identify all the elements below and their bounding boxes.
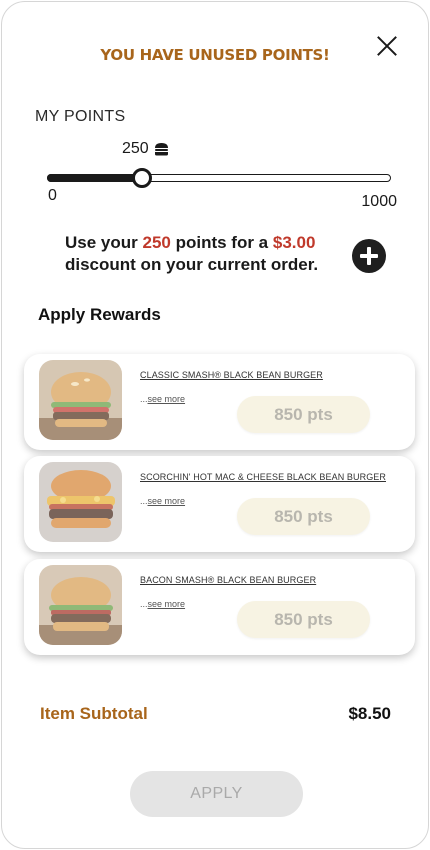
redeem-points-button[interactable]: 850 pts [237,396,370,433]
see-more-text[interactable]: see more [148,394,186,404]
burger-icon [154,143,168,156]
discount-middle: points for a [170,233,273,252]
my-points-label: MY POINTS [35,108,126,125]
reward-name[interactable]: SCORCHIN' HOT MAC & CHEESE BLACK BEAN BU… [140,472,386,482]
reward-name[interactable]: CLASSIC SMASH® BLACK BEAN BURGER [140,370,323,380]
apply-rewards-heading: Apply Rewards [38,305,161,324]
slider-min-label: 0 [48,187,57,204]
see-more-link[interactable]: ...see more [140,394,185,404]
reward-name[interactable]: BACON SMASH® BLACK BEAN BURGER [140,575,316,585]
see-more-link[interactable]: ...see more [140,496,185,506]
slider-thumb[interactable] [132,168,152,188]
discount-message: Use your 250 points for a $3.00 discount… [65,232,355,276]
burger-image [39,565,122,645]
reward-card[interactable]: CLASSIC SMASH® BLACK BEAN BURGER ...see … [24,354,415,450]
points-slider[interactable] [47,167,391,189]
see-more-prefix: ... [140,496,148,506]
apply-button[interactable]: APPLY [130,771,303,817]
discount-points: 250 [142,233,171,252]
see-more-text[interactable]: see more [148,599,186,609]
discount-prefix: Use your [65,233,143,252]
see-more-link[interactable]: ...see more [140,599,185,609]
redeem-points-button[interactable]: 850 pts [237,601,370,638]
slider-value-text: 250 [122,140,149,157]
see-more-prefix: ... [140,394,148,404]
burger-image [39,462,122,542]
redeem-points-button[interactable]: 850 pts [237,498,370,535]
reward-card[interactable]: BACON SMASH® BLACK BEAN BURGER ...see mo… [24,559,415,655]
subtotal-value: $8.50 [348,704,391,723]
reward-card[interactable]: SCORCHIN' HOT MAC & CHEESE BLACK BEAN BU… [24,456,415,552]
burger-image [39,360,122,440]
discount-suffix: discount on your current order. [65,255,319,274]
close-icon[interactable] [375,33,399,57]
slider-max-label: 1000 [361,193,397,210]
modal-title: YOU HAVE UNUSED POINTS! [100,46,330,64]
slider-fill [47,174,142,182]
subtotal-label: Item Subtotal [40,704,148,723]
rewards-modal: YOU HAVE UNUSED POINTS! MY POINTS 250 0 … [1,1,429,849]
see-more-text[interactable]: see more [148,496,186,506]
slider-value-readout: 250 [122,140,169,158]
plus-circle-icon[interactable] [352,239,386,273]
discount-amount: $3.00 [272,233,316,252]
see-more-prefix: ... [140,599,148,609]
